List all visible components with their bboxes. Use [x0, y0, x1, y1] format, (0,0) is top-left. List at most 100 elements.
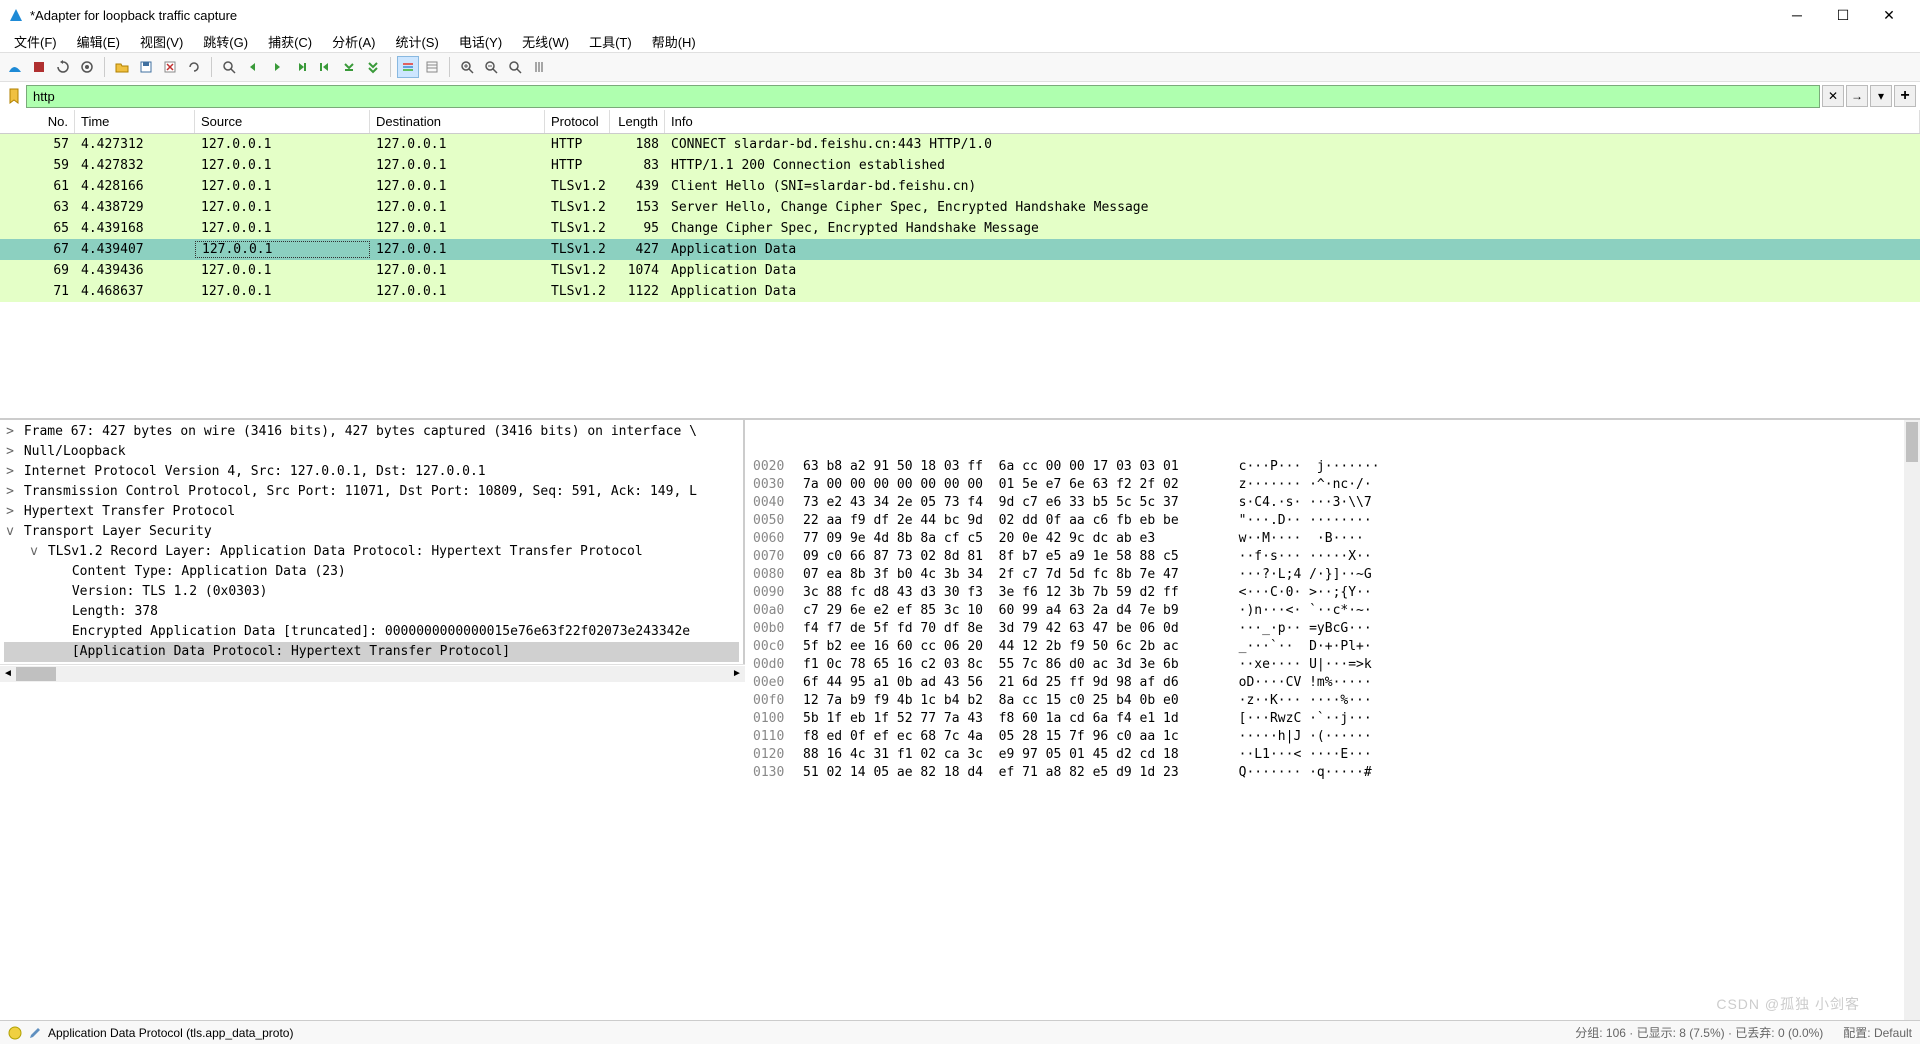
resize-columns-icon[interactable] — [528, 56, 550, 78]
find-packet-icon[interactable] — [218, 56, 240, 78]
menu-item[interactable]: 统计(S) — [385, 30, 448, 53]
hex-line[interactable]: 004073 e2 43 34 2e 05 73 f4 9d c7 e6 33 … — [753, 494, 1912, 512]
packet-row[interactable]: 574.427312127.0.0.1127.0.0.1HTTP188CONNE… — [0, 134, 1920, 155]
close-file-icon[interactable] — [159, 56, 181, 78]
hex-line[interactable]: 012088 16 4c 31 f1 02 ca 3c e9 97 05 01 … — [753, 746, 1912, 764]
open-file-icon[interactable] — [111, 56, 133, 78]
add-filter-button[interactable]: + — [1894, 85, 1916, 107]
hex-line[interactable]: 007009 c0 66 87 73 02 8d 81 8f b7 e5 a9 … — [753, 548, 1912, 566]
save-file-icon[interactable] — [135, 56, 157, 78]
filter-history-icon[interactable]: ▾ — [1870, 85, 1892, 107]
go-first-icon[interactable] — [314, 56, 336, 78]
clear-filter-icon[interactable]: ✕ — [1822, 85, 1844, 107]
hex-line[interactable]: 00b0f4 f7 de 5f fd 70 df 8e 3d 79 42 63 … — [753, 620, 1912, 638]
menu-item[interactable]: 电话(Y) — [449, 30, 512, 53]
close-button[interactable]: ✕ — [1866, 0, 1912, 30]
hex-line[interactable]: 006077 09 9e 4d 8b 8a cf c5 20 0e 42 9c … — [753, 530, 1912, 548]
packet-row[interactable]: 614.428166127.0.0.1127.0.0.1TLSv1.2439Cl… — [0, 176, 1920, 197]
menu-item[interactable]: 捕获(C) — [258, 30, 322, 53]
hex-line[interactable]: 00c05f b2 ee 16 60 cc 06 20 44 12 2b f9 … — [753, 638, 1912, 656]
packet-row[interactable]: 654.439168127.0.0.1127.0.0.1TLSv1.295Cha… — [0, 218, 1920, 239]
packet-row[interactable]: 674.439407127.0.0.1127.0.0.1TLSv1.2427Ap… — [0, 239, 1920, 260]
hex-line[interactable]: 00307a 00 00 00 00 00 00 00 01 5e e7 6e … — [753, 476, 1912, 494]
packet-row[interactable]: 594.427832127.0.0.1127.0.0.1HTTP83HTTP/1… — [0, 155, 1920, 176]
tree-item[interactable]: [Application Data Protocol: Hypertext Tr… — [4, 642, 739, 662]
go-forward-icon[interactable] — [266, 56, 288, 78]
status-profile-text[interactable]: 配置: Default — [1843, 1024, 1912, 1041]
watermark: CSDN @孤独 小剑客 — [1716, 994, 1860, 1014]
hex-line[interactable]: 01005b 1f eb 1f 52 77 7a 43 f8 60 1a cd … — [753, 710, 1912, 728]
details-scrollbar[interactable]: ◄► — [0, 664, 745, 682]
tree-item[interactable]: Content Type: Application Data (23) — [4, 562, 739, 582]
column-header[interactable]: Destination — [370, 110, 545, 133]
tree-item[interactable]: v TLSv1.2 Record Layer: Application Data… — [4, 542, 739, 562]
menu-item[interactable]: 编辑(E) — [67, 30, 130, 53]
hex-line[interactable]: 00d0f1 0c 78 65 16 c2 03 8c 55 7c 86 d0 … — [753, 656, 1912, 674]
app-icon — [8, 7, 24, 23]
hex-line[interactable]: 00f012 7a b9 f9 4b 1c b4 b2 8a cc 15 c0 … — [753, 692, 1912, 710]
column-header[interactable]: Info — [665, 110, 1920, 133]
bookmark-icon[interactable] — [4, 85, 24, 107]
packet-list-header: No.TimeSourceDestinationProtocolLengthIn… — [0, 110, 1920, 134]
colorize-packets-icon[interactable] — [397, 56, 419, 78]
tree-item[interactable]: > Frame 67: 427 bytes on wire (3416 bits… — [4, 422, 739, 442]
column-header[interactable]: Length — [610, 110, 665, 133]
packet-bytes-pane[interactable]: 002063 b8 a2 91 50 18 03 ff 6a cc 00 00 … — [745, 420, 1920, 1020]
column-header[interactable]: No. — [0, 110, 75, 133]
tree-item[interactable]: > Hypertext Transfer Protocol — [4, 502, 739, 522]
hex-line[interactable]: 0110f8 ed 0f ef ec 68 7c 4a 05 28 15 7f … — [753, 728, 1912, 746]
menu-item[interactable]: 视图(V) — [130, 30, 193, 53]
restart-capture-icon[interactable] — [52, 56, 74, 78]
minimize-button[interactable]: ─ — [1774, 0, 1820, 30]
tree-item[interactable]: > Null/Loopback — [4, 442, 739, 462]
tree-item[interactable]: > Transmission Control Protocol, Src Por… — [4, 482, 739, 502]
hex-line[interactable]: 008007 ea 8b 3f b0 4c 3b 34 2f c7 7d 5d … — [753, 566, 1912, 584]
zoom-out-icon[interactable] — [480, 56, 502, 78]
menu-item[interactable]: 帮助(H) — [642, 30, 706, 53]
hex-scrollbar[interactable] — [1904, 420, 1920, 1020]
display-filter-input[interactable] — [26, 85, 1820, 108]
hex-line[interactable]: 002063 b8 a2 91 50 18 03 ff 6a cc 00 00 … — [753, 458, 1912, 476]
go-last-icon[interactable] — [338, 56, 360, 78]
tree-arrow-icon: v — [28, 542, 40, 562]
menu-item[interactable]: 文件(F) — [4, 30, 67, 53]
hex-line[interactable]: 00903c 88 fc d8 43 d3 30 f3 3e f6 12 3b … — [753, 584, 1912, 602]
reload-icon[interactable] — [183, 56, 205, 78]
menu-item[interactable]: 无线(W) — [512, 30, 579, 53]
hex-line[interactable]: 013051 02 14 05 ae 82 18 d4 ef 71 a8 82 … — [753, 764, 1912, 782]
zoom-in-icon[interactable] — [456, 56, 478, 78]
column-header[interactable]: Time — [75, 110, 195, 133]
edit-icon[interactable] — [28, 1026, 42, 1040]
tree-item[interactable]: Length: 378 — [4, 602, 739, 622]
coloring-rules-icon[interactable] — [421, 56, 443, 78]
tree-item[interactable]: Encrypted Application Data [truncated]: … — [4, 622, 739, 642]
zoom-reset-icon[interactable] — [504, 56, 526, 78]
packet-row[interactable]: 634.438729127.0.0.1127.0.0.1TLSv1.2153Se… — [0, 197, 1920, 218]
filter-bar: ✕ → ▾ + — [0, 82, 1920, 110]
menu-item[interactable]: 工具(T) — [579, 30, 642, 53]
go-to-packet-icon[interactable] — [290, 56, 312, 78]
packet-row[interactable]: 714.468637127.0.0.1127.0.0.1TLSv1.21122A… — [0, 281, 1920, 302]
tree-item[interactable]: > Internet Protocol Version 4, Src: 127.… — [4, 462, 739, 482]
packet-list-body[interactable]: 574.427312127.0.0.1127.0.0.1HTTP188CONNE… — [0, 134, 1920, 418]
hex-line[interactable]: 00e06f 44 95 a1 0b ad 43 56 21 6d 25 ff … — [753, 674, 1912, 692]
stop-capture-icon[interactable] — [28, 56, 50, 78]
auto-scroll-icon[interactable] — [362, 56, 384, 78]
packet-row[interactable]: 694.439436127.0.0.1127.0.0.1TLSv1.21074A… — [0, 260, 1920, 281]
tree-item[interactable]: Version: TLS 1.2 (0x0303) — [4, 582, 739, 602]
hex-line[interactable]: 005022 aa f9 df 2e 44 bc 9d 02 dd 0f aa … — [753, 512, 1912, 530]
hex-line[interactable]: 00a0c7 29 6e e2 ef 85 3c 10 60 99 a4 63 … — [753, 602, 1912, 620]
menu-item[interactable]: 跳转(G) — [193, 30, 258, 53]
column-header[interactable]: Protocol — [545, 110, 610, 133]
shark-fin-icon[interactable] — [4, 56, 26, 78]
menu-item[interactable]: 分析(A) — [322, 30, 385, 53]
tree-arrow-icon: > — [4, 442, 16, 462]
maximize-button[interactable]: ☐ — [1820, 0, 1866, 30]
tree-item[interactable]: v Transport Layer Security — [4, 522, 739, 542]
go-back-icon[interactable] — [242, 56, 264, 78]
expert-info-icon[interactable] — [8, 1026, 22, 1040]
packet-details-pane[interactable]: > Frame 67: 427 bytes on wire (3416 bits… — [0, 420, 745, 664]
apply-filter-icon[interactable]: → — [1846, 85, 1868, 107]
column-header[interactable]: Source — [195, 110, 370, 133]
capture-options-icon[interactable] — [76, 56, 98, 78]
